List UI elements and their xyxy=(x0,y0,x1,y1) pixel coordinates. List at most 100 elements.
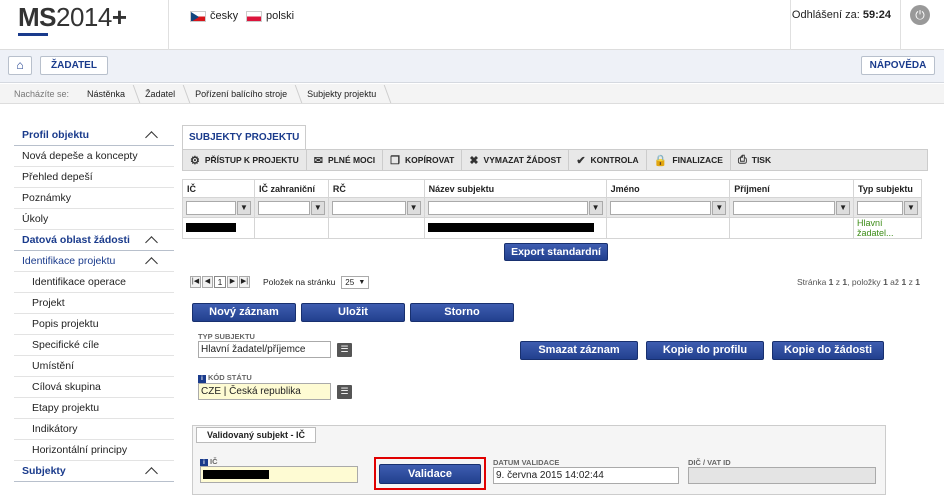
sidebar-item-prehled[interactable]: Přehled depeší xyxy=(14,167,174,188)
column-header[interactable]: IČ xyxy=(182,179,255,198)
app-logo[interactable]: MS2014+ xyxy=(18,2,127,33)
breadcrumb-item[interactable]: Pořízení balícího stroje xyxy=(185,89,297,99)
tisk-button[interactable]: ⎙ TISK xyxy=(731,150,778,170)
filter-input[interactable] xyxy=(331,200,406,215)
sidebar-item-umisteni[interactable]: Umístění xyxy=(14,356,174,377)
chevron-up-icon[interactable] xyxy=(145,257,158,270)
storno-button[interactable]: Storno xyxy=(410,303,514,322)
tab-validovany-subjekt[interactable]: Validovaný subjekt - IČ xyxy=(196,427,317,443)
logo-underline xyxy=(18,33,48,36)
filter-icon[interactable]: ▼ xyxy=(588,200,603,215)
filter-icon[interactable]: ▼ xyxy=(712,200,727,215)
lang-pl-link[interactable]: polski xyxy=(246,10,294,22)
last-page-icon[interactable]: ▶| xyxy=(239,276,250,288)
sidebar-item-popis[interactable]: Popis projektu xyxy=(14,314,174,335)
pristup-button[interactable]: ⚙ PŘÍSTUP K PROJEKTU xyxy=(183,150,307,170)
chevron-up-icon[interactable] xyxy=(145,467,158,480)
sidebar-item-ukoly[interactable]: Úkoly xyxy=(14,209,174,230)
filter-input[interactable] xyxy=(186,200,236,215)
sidebar-item-horizontalni[interactable]: Horizontální principy xyxy=(14,440,174,461)
column-header[interactable]: RČ xyxy=(327,179,425,198)
cell-typ-subjektu: Hlavní žadatel... xyxy=(853,217,922,239)
page-number[interactable]: 1 xyxy=(214,276,226,288)
dic-label: DIČ / VAT ID xyxy=(688,458,731,467)
power-icon[interactable]: ⏻ xyxy=(910,5,930,25)
filter-icon[interactable]: ▼ xyxy=(236,200,251,215)
kopie-zadosti-button[interactable]: Kopie do žádosti xyxy=(772,341,884,360)
filter-icon[interactable]: ▼ xyxy=(836,200,851,215)
export-button[interactable]: Export standardní xyxy=(504,243,608,261)
smazat-zaznam-button[interactable]: Smazat záznam xyxy=(520,341,638,360)
sidebar-subhead-identifikace[interactable]: Identifikace projektu xyxy=(14,251,174,272)
sidebar-head-profil[interactable]: Profil objektu xyxy=(14,125,174,146)
filter-icon[interactable]: ▼ xyxy=(904,200,918,215)
chevron-up-icon[interactable] xyxy=(145,236,158,249)
breadcrumb-label: Nacházíte se: xyxy=(14,88,70,99)
finalizace-button[interactable]: 🔒 FINALIZACE xyxy=(647,150,731,170)
sidebar-head-datova-oblast[interactable]: Datová oblast žádosti xyxy=(14,230,174,251)
sidebar-item-projekt[interactable]: Projekt xyxy=(14,293,174,314)
column-header[interactable]: Název subjektu xyxy=(423,179,607,198)
vymazat-button[interactable]: ✖ VYMAZAT ŽÁDOST xyxy=(462,150,570,170)
per-page-select[interactable]: 25 ▼ xyxy=(341,275,370,289)
breadcrumb-item[interactable]: Nástěnka xyxy=(77,89,135,99)
filter-input[interactable] xyxy=(857,200,903,215)
breadcrumb-item[interactable]: Žadatel xyxy=(135,89,185,99)
novy-zaznam-button[interactable]: Nový záznam xyxy=(192,303,296,322)
kontrola-button[interactable]: ✔ KONTROLA xyxy=(569,150,647,170)
column-header[interactable]: Jméno xyxy=(605,179,731,198)
sidebar-item-indikatory[interactable]: Indikátory xyxy=(14,419,174,440)
filter-icon[interactable]: ▼ xyxy=(310,200,325,215)
toolbar: ⚙ PŘÍSTUP K PROJEKTU ✉ PLNÉ MOCI ❐ KOPÍROVA… xyxy=(182,149,928,171)
table-row[interactable]: Hlavní žadatel... xyxy=(182,217,922,239)
sidebar-item-identifikace-operace[interactable]: Identifikace operace xyxy=(14,272,174,293)
lock-icon: 🔒 xyxy=(653,154,668,167)
validace-button[interactable]: Validace xyxy=(379,464,481,484)
breadcrumb-item-current: Subjekty projektu xyxy=(297,89,386,99)
sidebar-item-depese[interactable]: Nová depeše a koncepty xyxy=(14,146,174,167)
filter-row: ▼ ▼ ▼ ▼ ▼ ▼ ▼ xyxy=(182,197,922,218)
column-header[interactable]: Typ subjektu xyxy=(853,179,922,198)
chevron-up-icon[interactable] xyxy=(145,131,158,144)
filter-input[interactable] xyxy=(257,200,310,215)
napoveda-button[interactable]: NÁPOVĚDA xyxy=(861,56,935,75)
tab-subjekty-projektu[interactable]: SUBJEKTY PROJEKTU xyxy=(182,125,307,149)
filter-icon[interactable]: ▼ xyxy=(406,200,421,215)
sidebar-item-etapy[interactable]: Etapy projektu xyxy=(14,398,174,419)
typ-subjektu-field[interactable]: Hlavní žadatel/příjemce xyxy=(198,341,331,358)
close-icon: ✖ xyxy=(469,154,479,167)
subjects-table: IČ IČ zahraniční RČ Název subjektu Jméno… xyxy=(182,179,922,239)
kod-statu-field[interactable]: CZE | Česká republika xyxy=(198,383,331,400)
plne-moci-button[interactable]: ✉ PLNÉ MOCI xyxy=(307,150,384,170)
flag-pl-icon xyxy=(246,10,262,22)
ulozit-button[interactable]: Uložit xyxy=(301,303,405,322)
kod-statu-label: i KÓD STÁTU xyxy=(198,373,252,383)
list-icon[interactable]: ☰ xyxy=(337,385,352,399)
header-divider xyxy=(900,0,901,50)
column-header[interactable]: Příjmení xyxy=(729,179,855,198)
lang-pl-label: polski xyxy=(266,10,295,22)
home-icon[interactable]: ⌂ xyxy=(8,56,32,75)
sidebar-item-poznamky[interactable]: Poznámky xyxy=(14,188,174,209)
kopirovat-button[interactable]: ❐ KOPÍROVAT xyxy=(383,150,463,170)
lang-cz-link[interactable]: česky xyxy=(190,10,238,22)
sidebar-head-subjekty[interactable]: Subjekty xyxy=(14,461,174,482)
zadatel-button[interactable]: ŽADATEL xyxy=(40,56,108,75)
filter-input[interactable] xyxy=(427,200,588,215)
first-page-icon[interactable]: |◀ xyxy=(190,276,201,288)
next-page-icon[interactable]: ▶ xyxy=(227,276,238,288)
redacted-value xyxy=(203,470,269,479)
org-icon: ⚙ xyxy=(190,154,200,167)
list-icon[interactable]: ☰ xyxy=(337,343,352,357)
sidebar-item-cilova-skupina[interactable]: Cílová skupina xyxy=(14,377,174,398)
filter-input[interactable] xyxy=(733,200,836,215)
prev-page-icon[interactable]: ◀ xyxy=(202,276,213,288)
kopie-profilu-button[interactable]: Kopie do profilu xyxy=(646,341,764,360)
nav-bar: ⌂ ŽADATEL NÁPOVĚDA xyxy=(0,50,944,83)
print-icon: ⎙ xyxy=(737,153,747,166)
filter-input[interactable] xyxy=(609,200,712,215)
dic-field xyxy=(688,467,876,484)
column-header[interactable]: IČ zahraniční xyxy=(253,179,329,198)
ic-field[interactable] xyxy=(200,466,358,483)
sidebar-item-cile[interactable]: Specifické cíle xyxy=(14,335,174,356)
